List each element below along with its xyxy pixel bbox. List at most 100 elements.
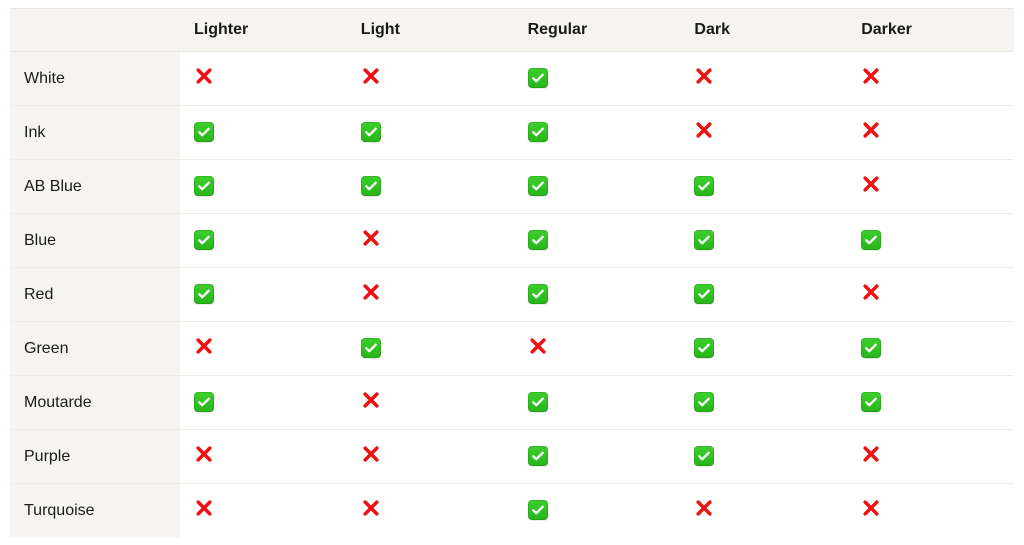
- cell: [847, 430, 1014, 484]
- table-row: Blue: [10, 214, 1014, 268]
- header-col: Regular: [514, 9, 681, 52]
- cross-icon-cell: [194, 444, 214, 464]
- check-icon-cell: [694, 338, 714, 359]
- check-icon-cell: [528, 446, 548, 467]
- check-icon-cell: [861, 338, 881, 359]
- cross-icon: [861, 174, 881, 194]
- check-icon-cell: [528, 284, 548, 305]
- table-row: Purple: [10, 430, 1014, 484]
- cross-icon-cell: [361, 282, 381, 302]
- check-icon: [694, 338, 714, 358]
- cell: [847, 214, 1014, 268]
- row-label: White: [10, 52, 180, 106]
- header-empty: [10, 9, 180, 52]
- check-icon: [528, 500, 548, 520]
- cell: [514, 322, 681, 376]
- check-icon-cell: [361, 122, 381, 143]
- cross-icon-cell: [861, 120, 881, 140]
- cell: [180, 106, 347, 160]
- cross-icon-cell: [694, 120, 714, 140]
- cross-icon-cell: [361, 498, 381, 518]
- check-icon: [861, 230, 881, 250]
- cell: [680, 52, 847, 106]
- cross-icon: [861, 498, 881, 518]
- cell: [680, 214, 847, 268]
- cell: [514, 160, 681, 214]
- cross-icon-cell: [861, 66, 881, 86]
- cross-icon: [694, 66, 714, 86]
- row-label: Turquoise: [10, 484, 180, 538]
- cross-icon-cell: [361, 390, 381, 410]
- cross-icon: [194, 66, 214, 86]
- check-icon-cell: [861, 230, 881, 251]
- check-icon-cell: [694, 176, 714, 197]
- cross-icon-cell: [861, 498, 881, 518]
- compatibility-table: Lighter Light Regular Dark Darker WhiteI…: [10, 8, 1014, 537]
- cross-icon-cell: [694, 66, 714, 86]
- check-icon: [194, 392, 214, 412]
- check-icon: [528, 68, 548, 88]
- cross-icon: [361, 498, 381, 518]
- check-icon: [861, 338, 881, 358]
- cross-icon-cell: [361, 444, 381, 464]
- cell: [180, 160, 347, 214]
- check-icon: [194, 230, 214, 250]
- cross-icon-cell: [361, 66, 381, 86]
- cross-icon-cell: [361, 228, 381, 248]
- cell: [347, 214, 514, 268]
- cross-icon-cell: [194, 66, 214, 86]
- cell: [680, 322, 847, 376]
- cell: [347, 322, 514, 376]
- cell: [847, 376, 1014, 430]
- cross-icon: [861, 444, 881, 464]
- row-label: Moutarde: [10, 376, 180, 430]
- cell: [180, 376, 347, 430]
- cell: [680, 376, 847, 430]
- table-row: Red: [10, 268, 1014, 322]
- cell: [180, 322, 347, 376]
- table-row: Turquoise: [10, 484, 1014, 538]
- cell: [347, 52, 514, 106]
- cross-icon-cell: [694, 498, 714, 518]
- check-icon: [694, 392, 714, 412]
- header-col: Darker: [847, 9, 1014, 52]
- check-icon: [194, 122, 214, 142]
- check-icon-cell: [194, 176, 214, 197]
- cross-icon: [361, 390, 381, 410]
- row-label: Green: [10, 322, 180, 376]
- check-icon: [861, 392, 881, 412]
- cross-icon: [861, 66, 881, 86]
- table-row: Green: [10, 322, 1014, 376]
- cross-icon: [361, 228, 381, 248]
- cell: [514, 484, 681, 538]
- cell: [514, 52, 681, 106]
- cross-icon-cell: [861, 282, 881, 302]
- check-icon: [694, 446, 714, 466]
- cell: [347, 484, 514, 538]
- cell: [680, 268, 847, 322]
- cell: [347, 430, 514, 484]
- check-icon: [528, 446, 548, 466]
- check-icon: [694, 284, 714, 304]
- cross-icon-cell: [528, 336, 548, 356]
- check-icon-cell: [361, 176, 381, 197]
- cell: [680, 160, 847, 214]
- cell: [680, 106, 847, 160]
- cell: [514, 214, 681, 268]
- row-label: Ink: [10, 106, 180, 160]
- cell: [347, 376, 514, 430]
- cell: [847, 484, 1014, 538]
- cell: [180, 214, 347, 268]
- table-row: Ink: [10, 106, 1014, 160]
- table-header-row: Lighter Light Regular Dark Darker: [10, 9, 1014, 52]
- cross-icon: [694, 498, 714, 518]
- cell: [514, 268, 681, 322]
- compatibility-table-container: Lighter Light Regular Dark Darker WhiteI…: [0, 0, 1024, 545]
- check-icon-cell: [361, 338, 381, 359]
- check-icon-cell: [861, 392, 881, 413]
- check-icon: [361, 338, 381, 358]
- cell: [347, 106, 514, 160]
- cell: [514, 430, 681, 484]
- cell: [847, 106, 1014, 160]
- cross-icon-cell: [194, 336, 214, 356]
